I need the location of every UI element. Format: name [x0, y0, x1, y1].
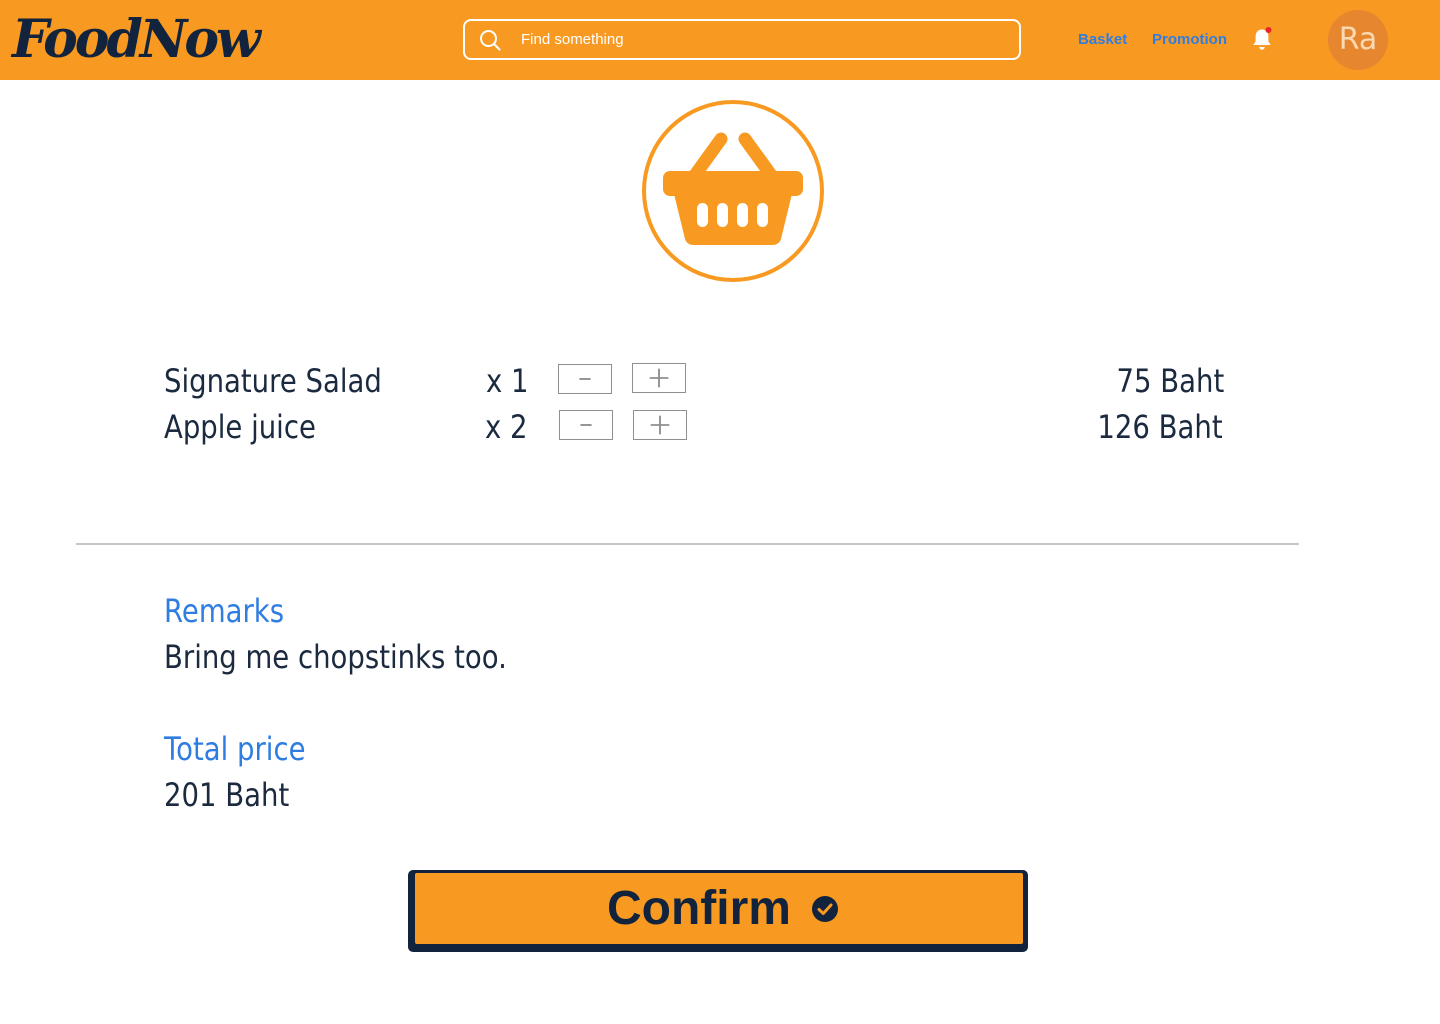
- search-box[interactable]: [463, 19, 1021, 60]
- nav-basket-link[interactable]: Basket: [1078, 29, 1127, 51]
- increase-quantity-button[interactable]: [633, 410, 687, 440]
- increase-quantity-button[interactable]: [632, 363, 686, 393]
- remarks-text: Bring me chopstinks too.: [164, 638, 507, 676]
- divider: [76, 543, 1299, 545]
- plus-icon: [649, 368, 669, 388]
- shopping-basket-icon: [642, 100, 824, 282]
- item-quantity: x 1: [486, 362, 529, 400]
- plus-icon: [650, 415, 670, 435]
- nav-promotion-link[interactable]: Promotion: [1152, 29, 1227, 51]
- decrease-quantity-button[interactable]: [558, 364, 612, 394]
- notification-dot: [1265, 27, 1272, 33]
- bell-icon[interactable]: [1250, 26, 1274, 52]
- avatar[interactable]: Ra: [1328, 10, 1388, 70]
- confirm-label: Confirm: [607, 882, 791, 935]
- item-name: Apple juice: [164, 408, 316, 446]
- total-price-value: 201 Baht: [164, 776, 290, 814]
- minus-icon: [579, 378, 591, 380]
- remarks-label: Remarks: [164, 592, 285, 630]
- top-bar: FoodNow Basket Promotion Ra: [0, 0, 1440, 80]
- item-name: Signature Salad: [164, 362, 382, 400]
- confirm-button-face: Confirm: [413, 871, 1025, 946]
- confirm-button[interactable]: Confirm: [408, 870, 1028, 952]
- logo[interactable]: FoodNow: [12, 8, 261, 72]
- total-price-label: Total price: [164, 730, 306, 768]
- decrease-quantity-button[interactable]: [559, 410, 613, 440]
- check-circle-icon: [812, 896, 838, 922]
- minus-icon: [580, 424, 592, 426]
- search-input[interactable]: [521, 21, 1001, 58]
- item-price: 126 Baht: [1097, 408, 1223, 446]
- item-price: 75 Baht: [1116, 362, 1224, 400]
- search-icon[interactable]: [479, 29, 501, 51]
- item-quantity: x 2: [485, 408, 528, 446]
